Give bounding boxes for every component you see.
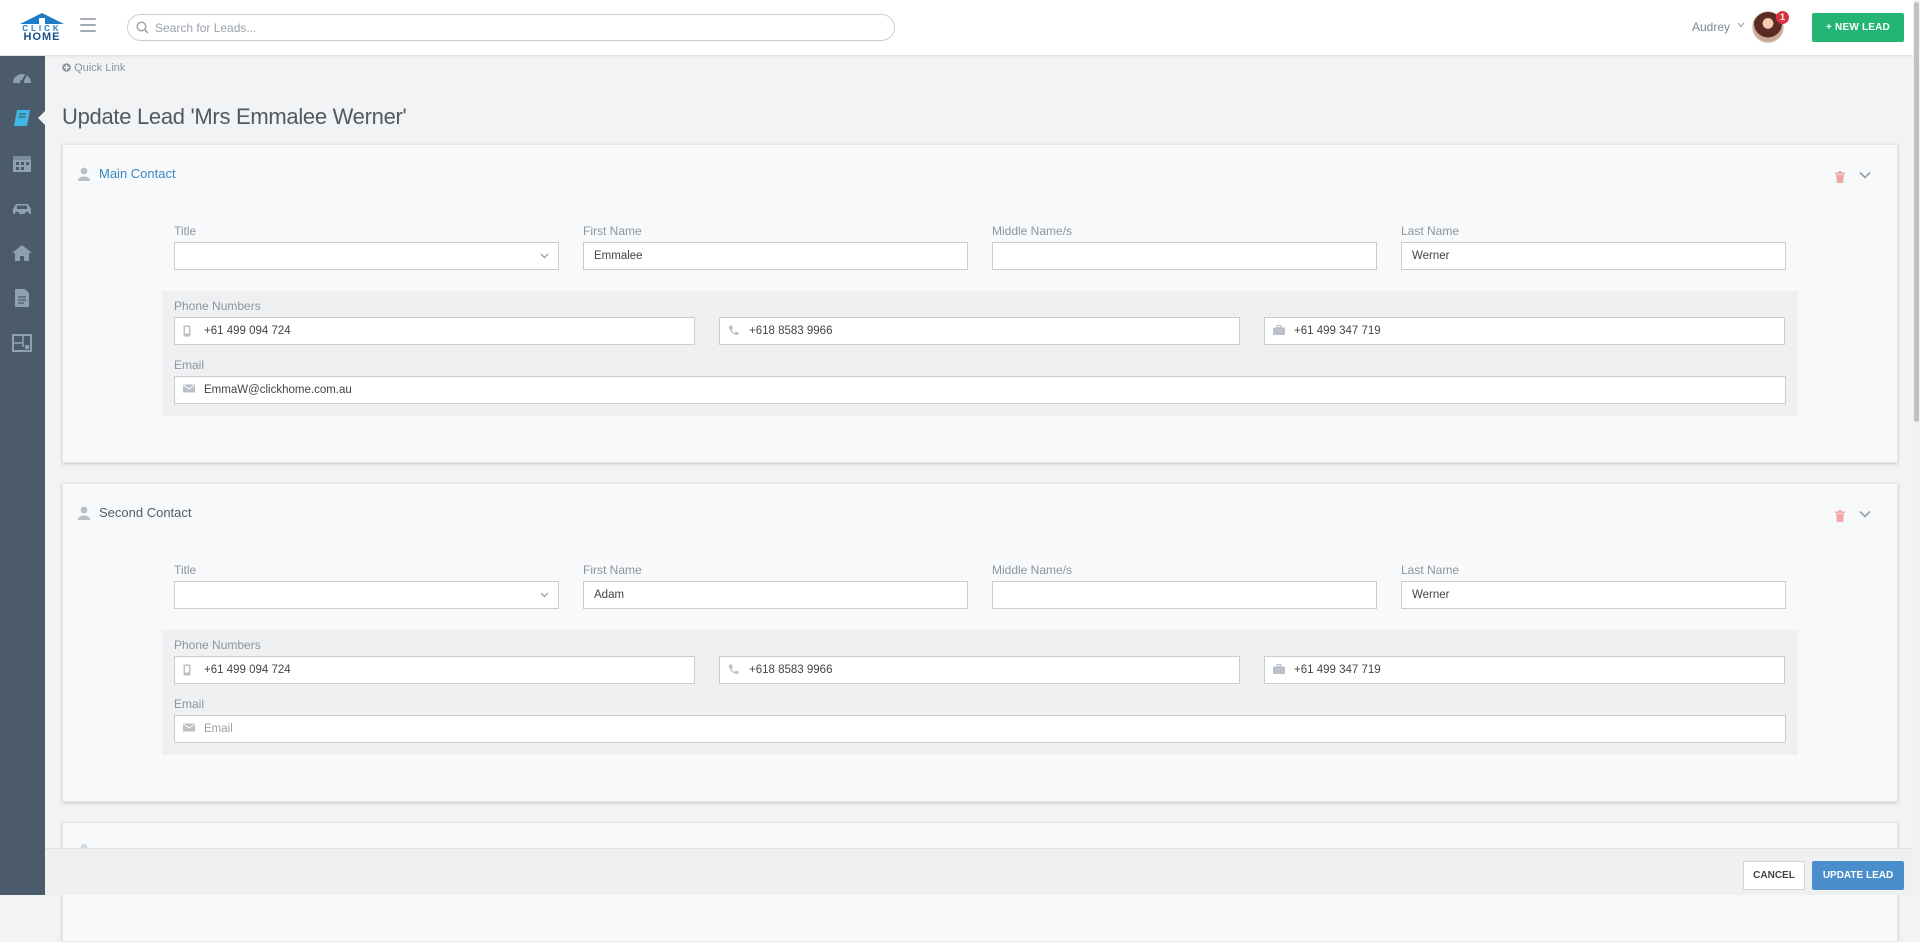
hamburger-line [80,24,96,26]
chevron-down-icon[interactable] [1859,171,1871,179]
sidebar-item-vehicles[interactable] [0,188,45,228]
contact-details-group: Phone Numbers Email [162,291,1798,416]
user-icon [78,167,90,181]
mobile-phone-field[interactable] [174,656,695,684]
car-icon [13,204,31,217]
first-name-field[interactable] [583,242,968,270]
mobile-phone-icon [183,325,191,337]
work-phone-field[interactable] [1264,317,1785,345]
dashboard-icon [13,74,31,84]
sidebar-item-dashboard[interactable] [0,58,45,98]
clickhome-logo[interactable]: CLICK HOME [18,12,66,43]
lead-search [127,14,895,41]
last-name-field[interactable] [1401,581,1786,609]
first-name-field[interactable] [583,581,968,609]
second-contact-panel: Second Contact Title First Name Middle N… [62,483,1898,802]
active-indicator [38,111,45,125]
email-field[interactable] [174,715,1786,743]
title-select[interactable] [174,242,559,270]
home-phone-field[interactable] [719,656,1240,684]
phone-numbers-label: Phone Numbers [174,638,261,652]
envelope-icon [183,384,195,393]
trash-icon[interactable] [1835,510,1845,522]
home-phone-field[interactable] [719,317,1240,345]
home-phone-input[interactable] [747,319,1227,343]
logo-text-bottom: HOME [23,31,61,43]
mobile-phone-icon [183,664,191,676]
email-field[interactable] [174,376,1786,404]
chevron-down-icon[interactable] [1859,510,1871,518]
middle-name-field[interactable] [992,242,1377,270]
work-phone-input[interactable] [1292,319,1772,343]
sidebar [0,56,45,895]
phone-icon [728,664,739,674]
sidebar-item-floorplans[interactable] [0,323,45,363]
last-name-field[interactable] [1401,242,1786,270]
middle-name-label: Middle Name/s [992,563,1073,577]
update-lead-button[interactable]: UPDATE LEAD [1812,861,1904,890]
phone-icon [728,325,739,335]
email-input[interactable] [202,378,1772,402]
mobile-phone-input[interactable] [202,658,682,682]
notification-badge[interactable]: 1 [1776,11,1789,24]
title-select[interactable] [174,581,559,609]
last-name-label: Last Name [1401,563,1460,577]
page-scrollbar[interactable] [1913,0,1920,895]
work-phone-input[interactable] [1292,658,1772,682]
email-input[interactable] [202,717,1772,741]
title-label: Title [174,563,197,577]
phone-numbers-label: Phone Numbers [174,299,261,313]
sidebar-item-leads[interactable] [0,98,45,138]
first-name-label: First Name [583,224,642,238]
first-name-label: First Name [583,563,642,577]
contact-details-group: Phone Numbers Email [162,630,1798,755]
home-phone-input[interactable] [747,658,1227,682]
middle-name-label: Middle Name/s [992,224,1073,238]
hamburger-line [80,30,96,32]
sidebar-item-homes[interactable] [0,233,45,273]
mobile-phone-input[interactable] [202,319,682,343]
title-label: Title [174,224,197,238]
hamburger-icon [80,18,96,20]
main-contact-panel: Main Contact Title First Name Middle Nam… [62,144,1898,463]
menu-toggle-button[interactable] [80,18,96,32]
sidebar-item-calendar[interactable] [0,143,45,183]
user-icon [78,506,90,520]
chevron-down-icon[interactable] [1737,22,1745,28]
chevron-down-icon [540,592,549,598]
top-bar: CLICK HOME Audrey 1 + NEW LEAD [0,0,1920,56]
cancel-button[interactable]: CANCEL [1743,861,1805,890]
page-title: Update Lead 'Mrs Emmalee Werner' [62,104,407,129]
email-label: Email [174,697,205,711]
search-input[interactable] [153,17,883,38]
form-footer: CANCEL UPDATE LEAD [45,848,1920,895]
scrollbar-thumb[interactable] [1914,2,1919,422]
envelope-icon [183,723,195,732]
chevron-down-icon [540,253,549,259]
work-phone-field[interactable] [1264,656,1785,684]
sidebar-item-documents[interactable] [0,278,45,318]
floorplan-icon [12,334,32,352]
plus-circle-icon [62,63,71,72]
search-icon [136,21,149,34]
second-contact-heading[interactable]: Second Contact [99,505,192,520]
last-name-label: Last Name [1401,224,1460,238]
email-label: Email [174,358,205,372]
middle-name-field[interactable] [992,581,1377,609]
user-menu[interactable]: Audrey [1692,20,1730,34]
quick-link[interactable]: Quick Link [62,62,125,74]
trash-icon[interactable] [1835,171,1845,183]
home-icon [12,245,32,261]
new-lead-button[interactable]: + NEW LEAD [1812,13,1904,42]
document-icon [15,289,29,307]
main-contact-heading[interactable]: Main Contact [99,166,176,181]
mobile-phone-field[interactable] [174,317,695,345]
briefcase-icon [1273,325,1285,335]
calendar-icon [13,156,31,172]
leads-book-icon [14,110,30,126]
briefcase-icon [1273,664,1285,674]
quick-link-label: Quick Link [74,62,126,74]
